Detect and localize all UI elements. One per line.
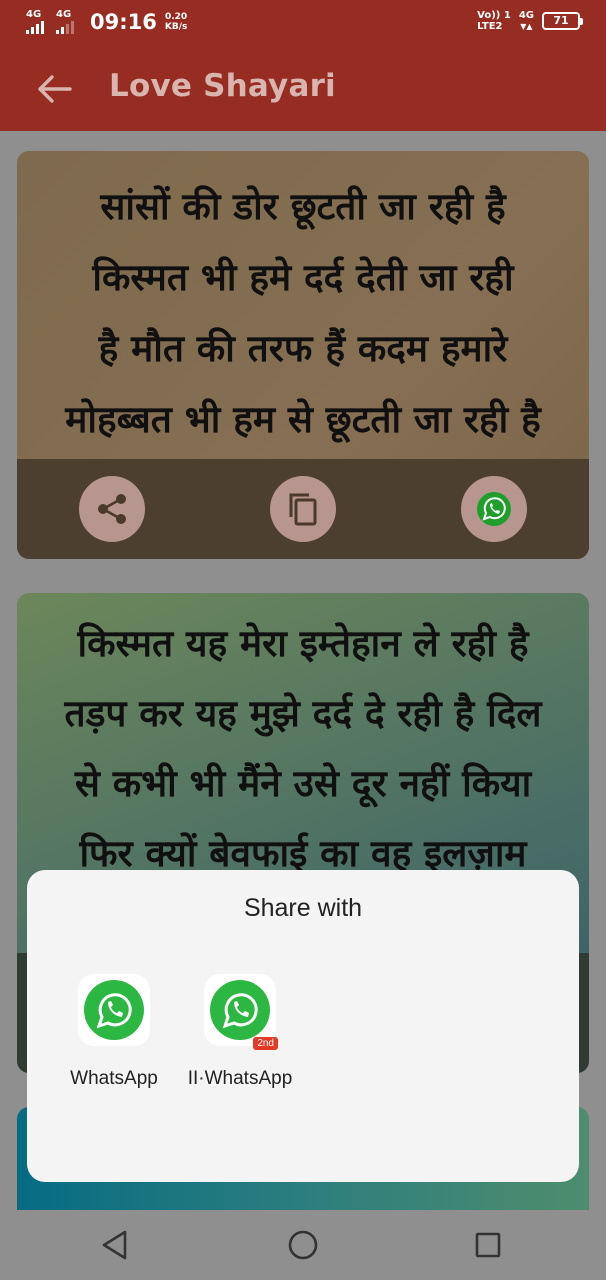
- copy-icon: [289, 493, 317, 526]
- nav-home-button[interactable]: [285, 1227, 321, 1263]
- share-option-label: II·WhatsApp: [187, 1068, 293, 1089]
- whatsapp-icon: [84, 980, 144, 1040]
- back-triangle-icon: [102, 1230, 127, 1260]
- recents-square-icon: [475, 1232, 501, 1258]
- network-speed-value: 0.20: [164, 12, 188, 22]
- signal-sim2-icon: 4G: [56, 10, 78, 34]
- card-actions: [17, 459, 589, 559]
- network-speed: 0.20 KB/s: [165, 12, 187, 32]
- arrow-left-icon: [38, 75, 72, 103]
- signal-sim1-icon: 4G: [26, 10, 48, 34]
- data-indicator: 4G ▼▲: [519, 10, 534, 32]
- shayari-text: किस्मत यह मेरा इम्तेहान ले रही है तड़प क…: [64, 622, 542, 875]
- battery-level: 71: [553, 14, 569, 27]
- shayari-text: सांसों की डोर छूटती जा रही है किस्मत भी …: [65, 185, 541, 441]
- clock: 09:16: [90, 10, 157, 34]
- share-icon: [98, 494, 127, 524]
- volte-indicator: Vo)) 1 LTE2: [477, 10, 511, 32]
- network-type-2: 4G: [56, 9, 72, 20]
- shayari-card: सांसों की डोर छूटती जा रही है किस्मत भी …: [17, 151, 589, 559]
- whatsapp-icon: [210, 980, 270, 1040]
- network-speed-unit: KB/s: [164, 22, 188, 32]
- whatsapp-icon: [476, 492, 511, 526]
- whatsapp-button[interactable]: [460, 476, 527, 542]
- nav-recents-button[interactable]: [470, 1227, 506, 1263]
- back-button[interactable]: [34, 72, 74, 106]
- share-button[interactable]: [79, 476, 146, 542]
- dual-whatsapp-app-tile: 2nd: [204, 974, 278, 1050]
- system-nav-bar: [0, 1210, 606, 1280]
- home-circle-icon: [288, 1230, 318, 1260]
- volte-label: Vo)) 1: [477, 10, 511, 21]
- second-space-badge: 2nd: [253, 1037, 278, 1050]
- data-arrows-icon: ▼▲: [520, 22, 533, 31]
- battery-icon: 71: [542, 12, 583, 30]
- page-title: Love Shayari: [109, 68, 336, 104]
- lte-label: LTE2: [477, 21, 503, 32]
- status-bar: 4G 4G 09:16 0.20 KB/s Vo)) 1 LTE2 4G ▼▲ …: [0, 0, 606, 46]
- app-bar: Love Shayari: [0, 46, 606, 131]
- nav-back-button[interactable]: [97, 1227, 133, 1263]
- share-option-dual-whatsapp[interactable]: 2nd II·WhatsApp: [165, 974, 315, 1090]
- network-type-1: 4G: [26, 9, 42, 20]
- share-sheet: Share with WhatsApp 2nd II·WhatsApp: [27, 870, 579, 1182]
- whatsapp-app-tile: [78, 974, 150, 1046]
- data-type-label: 4G: [518, 10, 534, 21]
- share-sheet-title: Share with: [243, 894, 363, 922]
- status-right: Vo)) 1 LTE2 4G ▼▲ 71: [477, 10, 583, 32]
- copy-button[interactable]: [269, 476, 336, 542]
- status-left: 4G 4G 09:16 0.20 KB/s: [26, 10, 187, 34]
